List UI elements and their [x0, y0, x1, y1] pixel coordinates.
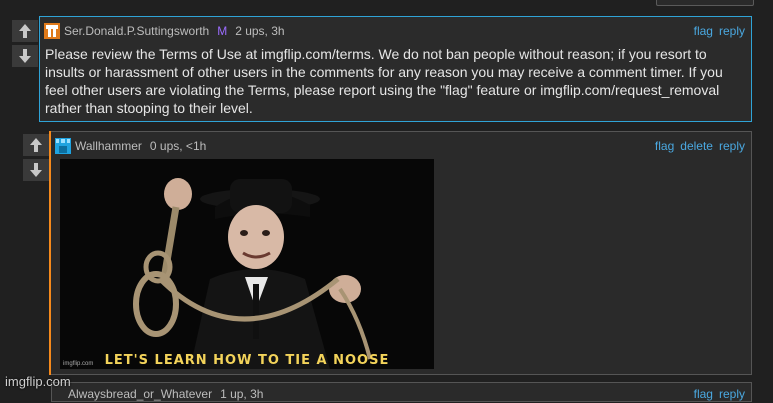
username[interactable]: Ser.Donald.P.Suttingsworth	[64, 24, 209, 38]
comment-header: Wallhammer 0 ups, <1h flag delete reply	[55, 137, 745, 155]
upvote-button[interactable]	[12, 20, 38, 42]
downvote-button[interactable]	[12, 45, 38, 67]
comment-meta: 2 ups, 3h	[235, 24, 285, 38]
arrow-up-icon	[30, 138, 42, 152]
upvote-button[interactable]	[23, 134, 49, 156]
comment-meta: 0 ups, <1h	[149, 139, 207, 153]
arrow-down-icon	[30, 163, 42, 177]
comment-actions: flag delete reply	[655, 139, 745, 153]
comment-actions: flag reply	[694, 24, 745, 38]
site-watermark: imgflip.com	[5, 374, 71, 389]
flag-link[interactable]: flag	[694, 24, 713, 38]
avatar[interactable]	[44, 23, 60, 39]
comment-meta: 1 up, 3h	[220, 387, 264, 401]
reply-link[interactable]: reply	[719, 24, 745, 38]
avatar[interactable]	[55, 138, 71, 154]
meme-image[interactable]: imgflip.com LET'S LEARN HOW TO TIE A NOO…	[60, 159, 434, 369]
downvote-button[interactable]	[23, 159, 49, 181]
username[interactable]: Wallhammer	[75, 139, 142, 153]
comment-reply: Wallhammer 0 ups, <1h flag delete reply	[51, 131, 752, 375]
comment-mod: Ser.Donald.P.Suttingsworth M 2 ups, 3h f…	[39, 16, 752, 122]
username[interactable]: Alwaysbread_or_Whatever	[68, 387, 212, 401]
meme-picture	[60, 159, 434, 369]
reply-link[interactable]: reply	[719, 139, 745, 153]
mod-badge: M	[217, 24, 228, 38]
comment-header: Ser.Donald.P.Suttingsworth M 2 ups, 3h f…	[44, 22, 745, 40]
flag-link[interactable]: flag	[694, 387, 713, 401]
vote-controls	[12, 20, 38, 70]
reply-link[interactable]: reply	[719, 387, 745, 401]
comment-header: Alwaysbread_or_Whatever 1 up, 3h flag re…	[56, 385, 745, 403]
vote-controls	[23, 134, 49, 184]
comment-next: Alwaysbread_or_Whatever 1 up, 3h flag re…	[51, 382, 752, 402]
flag-link[interactable]: flag	[655, 139, 674, 153]
comment-text: Please review the Terms of Use at imgfli…	[45, 46, 723, 116]
meme-caption: LET'S LEARN HOW TO TIE A NOOSE	[104, 353, 390, 368]
comment-actions: flag reply	[694, 387, 745, 401]
previous-comment-box	[656, 0, 754, 6]
delete-link[interactable]: delete	[680, 139, 713, 153]
arrow-down-icon	[19, 49, 31, 63]
arrow-up-icon	[19, 24, 31, 38]
